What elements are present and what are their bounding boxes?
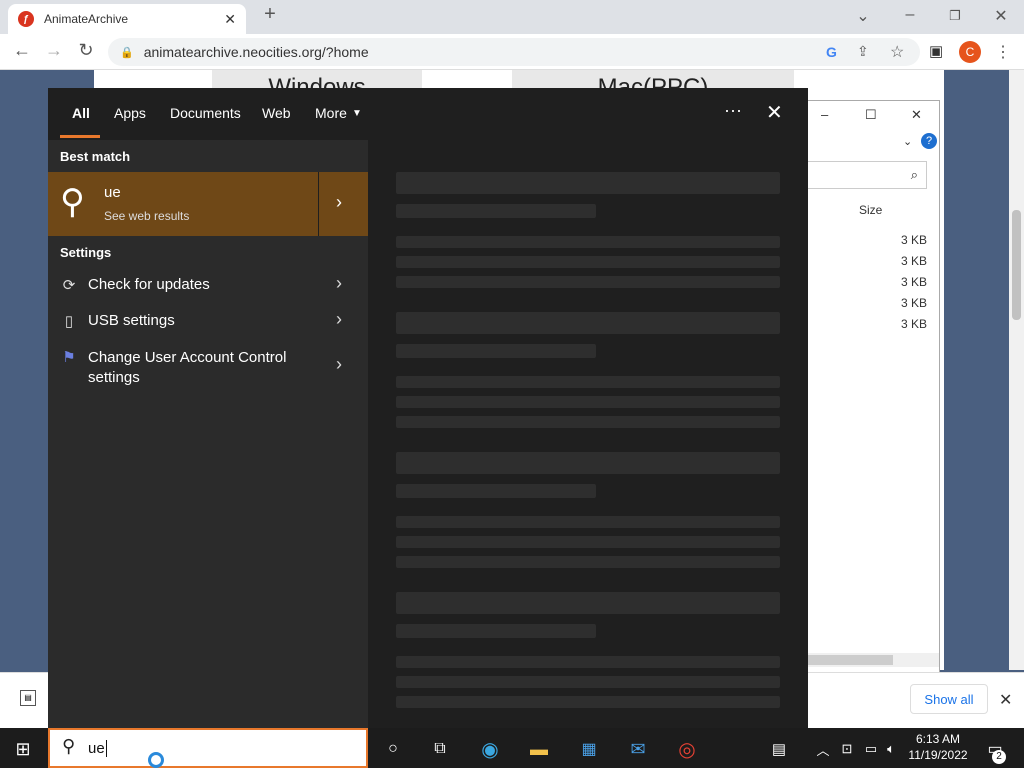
close-icon[interactable]: ✕ <box>911 107 922 123</box>
filter-apps[interactable]: Apps <box>114 105 146 121</box>
url-text: animatearchive.neocities.org/?home <box>143 44 369 60</box>
side-panel-icon[interactable]: ▣ <box>929 42 943 60</box>
new-tab-button[interactable]: + <box>256 3 284 26</box>
uac-flag-icon: ⚑ <box>62 349 76 366</box>
settings-item-check-updates[interactable]: ⟳ Check for updates › <box>48 273 368 306</box>
notification-count-badge: 2 <box>992 750 1006 764</box>
cortana-icon <box>148 752 164 768</box>
settings-item-label: Change User Account Control settings <box>88 349 287 386</box>
size-column-header[interactable]: Size <box>859 203 882 217</box>
system-clock[interactable]: 6:13 AM 11/19/2022 <box>898 731 978 763</box>
reload-icon[interactable]: ↻ <box>74 40 98 61</box>
file-size: 3 KB <box>901 317 928 331</box>
best-match-heading: Best match <box>60 149 131 164</box>
more-dropdown-icon[interactable]: ▼ <box>352 108 362 119</box>
browser-tab[interactable]: ƒ AnimateArchive ✕ <box>8 4 246 34</box>
close-shelf-icon[interactable]: ✕ <box>999 690 1012 710</box>
flash-favicon-icon: ƒ <box>18 11 34 27</box>
search-icon: ⌕ <box>910 167 918 182</box>
file-size: 3 KB <box>901 233 928 247</box>
search-icon: ⚲ <box>62 736 76 756</box>
search-icon: ⚲ <box>60 183 85 221</box>
settings-item-label: USB settings <box>88 312 175 329</box>
filter-web[interactable]: Web <box>262 105 291 121</box>
download-file-icon[interactable]: ▤ <box>20 690 36 706</box>
google-lens-icon[interactable]: G <box>826 44 837 60</box>
close-tab-icon[interactable]: ✕ <box>224 11 236 28</box>
menu-kebab-icon[interactable]: ⋮ <box>995 42 1011 62</box>
maximize-icon[interactable]: ☐ <box>865 107 877 123</box>
forward-icon[interactable]: → <box>42 40 66 61</box>
file-explorer-icon[interactable]: ▬ <box>526 736 552 762</box>
bookmark-star-icon[interactable]: ☆ <box>890 42 904 62</box>
close-search-icon[interactable]: ✕ <box>766 100 783 125</box>
file-size: 3 KB <box>901 254 928 268</box>
clock-time: 6:13 AM <box>915 732 961 746</box>
settings-item-uac[interactable]: ⚑ Change User Account Control settings › <box>48 348 368 392</box>
scroll-thumb[interactable] <box>1012 210 1021 320</box>
profile-avatar[interactable]: C <box>959 41 981 63</box>
active-filter-indicator <box>60 135 100 138</box>
file-explorer-window: – ☐ ✕ ⌄ ? ⌕ Size 3 KB 3 KB 3 KB 3 KB 3 K… <box>806 100 940 692</box>
chevron-right-icon[interactable]: › <box>336 354 342 375</box>
news-widget-icon[interactable]: ▤ <box>766 736 792 762</box>
close-window-button[interactable]: ✕ <box>987 6 1015 26</box>
restore-button[interactable]: ❐ <box>941 8 969 24</box>
taskbar-search-box[interactable]: ⚲ ue <box>48 728 368 768</box>
task-view-icon[interactable]: ⧉ <box>427 736 453 762</box>
settings-heading: Settings <box>60 245 112 260</box>
chevron-right-icon[interactable]: › <box>336 273 342 294</box>
page-scrollbar[interactable] <box>1009 70 1024 670</box>
meet-now-icon[interactable]: ⊡ <box>834 736 860 762</box>
settings-results: ⟳ Check for updates › ▯ USB settings › ⚑… <box>48 268 368 398</box>
mail-icon[interactable]: ✉ <box>625 736 651 762</box>
chevron-right-icon[interactable]: › <box>336 309 342 330</box>
windows-start-icon[interactable]: ⊞ <box>10 736 36 762</box>
share-icon[interactable]: ⇪ <box>857 43 869 60</box>
back-icon[interactable]: ← <box>10 40 34 61</box>
search-query-text: ue <box>88 740 107 757</box>
options-ellipsis-icon[interactable]: ··· <box>724 100 742 121</box>
edge-icon[interactable]: ◉ <box>477 736 503 762</box>
file-size: 3 KB <box>901 275 928 289</box>
clock-date: 11/19/2022 <box>908 748 968 762</box>
scroll-thumb[interactable] <box>807 655 893 665</box>
best-match-title: ue <box>104 184 121 201</box>
minimize-button[interactable]: – <box>896 6 924 24</box>
chevron-right-icon[interactable]: › <box>336 192 342 213</box>
horizontal-scrollbar[interactable] <box>807 653 939 667</box>
usb-icon: ▯ <box>64 313 74 330</box>
minimize-icon[interactable]: – <box>821 107 828 122</box>
help-icon[interactable]: ? <box>921 133 937 149</box>
filter-documents[interactable]: Documents <box>170 105 241 121</box>
store-icon[interactable]: ▦ <box>576 736 602 762</box>
explorer-search-box[interactable]: ⌕ <box>807 161 927 189</box>
address-bar[interactable]: 🔒 animatearchive.neocities.org/?home <box>108 38 920 66</box>
settings-item-label: Check for updates <box>88 276 210 293</box>
cortana-circle-icon[interactable]: ○ <box>380 736 406 762</box>
settings-item-usb[interactable]: ▯ USB settings › <box>48 309 368 342</box>
file-size: 3 KB <box>901 296 928 310</box>
chrome-icon[interactable]: ◎ <box>674 736 700 762</box>
lock-icon: 🔒 <box>120 46 134 59</box>
show-hidden-icons-icon[interactable]: ︿ <box>810 736 836 762</box>
tab-title: AnimateArchive <box>44 12 129 26</box>
show-all-button[interactable]: Show all <box>910 684 988 714</box>
divider <box>318 172 319 236</box>
ribbon-expand-icon[interactable]: ⌄ <box>903 135 912 148</box>
filter-more[interactable]: More <box>315 105 347 121</box>
tab-search-icon[interactable]: ⌄ <box>849 6 877 26</box>
refresh-icon: ⟳ <box>62 277 76 294</box>
filter-all[interactable]: All <box>72 105 90 121</box>
search-filter-bar: All Apps Documents Web More ▼ ··· ✕ <box>48 88 808 140</box>
best-match-result[interactable]: ⚲ ue See web results › <box>48 172 368 236</box>
best-match-subtitle: See web results <box>104 209 190 223</box>
preview-pane-loading <box>396 172 780 712</box>
